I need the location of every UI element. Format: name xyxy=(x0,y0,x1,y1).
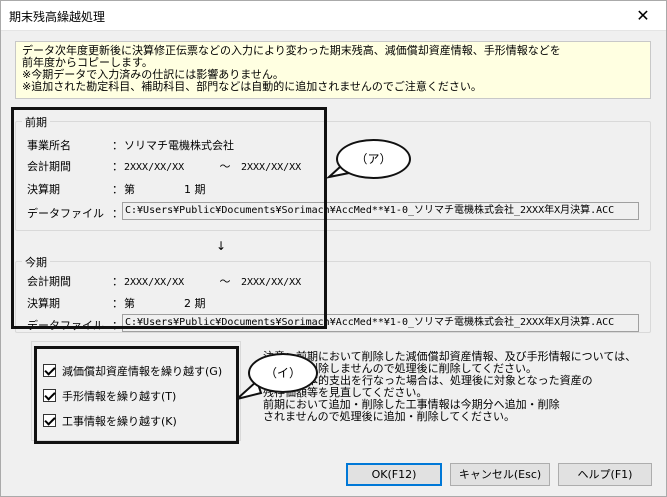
callout-bubble-b: （イ） xyxy=(248,353,318,393)
callout-frame-a xyxy=(11,107,327,329)
title-bar: 期末残高繰越処理 ✕ xyxy=(1,1,666,31)
notice-line: ※追加された勘定科目、補助科目、部門などは自動的に追加されませんのでご注意くださ… xyxy=(22,80,482,93)
caution-note: 注意：前期において削除した減価償却資産情報、及び手形情報については、 今期から削… xyxy=(263,351,655,423)
callout-bubble-a: （ア） xyxy=(336,139,411,179)
callout-b-label: （イ） xyxy=(264,366,301,380)
cancel-button[interactable]: キャンセル(Esc) xyxy=(450,463,550,486)
close-icon[interactable]: ✕ xyxy=(620,1,666,31)
window-title: 期末残高繰越処理 xyxy=(9,10,106,24)
callout-frame-b xyxy=(34,346,239,444)
callout-a-label: （ア） xyxy=(355,152,392,166)
ok-button[interactable]: OK(F12) xyxy=(346,463,442,486)
help-button[interactable]: ヘルプ(F1) xyxy=(558,463,652,486)
notice-panel: データ次年度更新後に決算修正伝票などの入力により変わった期末残高、減価償却資産情… xyxy=(15,41,651,99)
note-line: されませんので処理後に追加・削除してください。 xyxy=(263,410,516,423)
dialog-window: 期末残高繰越処理 ✕ データ次年度更新後に決算修正伝票などの入力により変わった期… xyxy=(0,0,667,497)
